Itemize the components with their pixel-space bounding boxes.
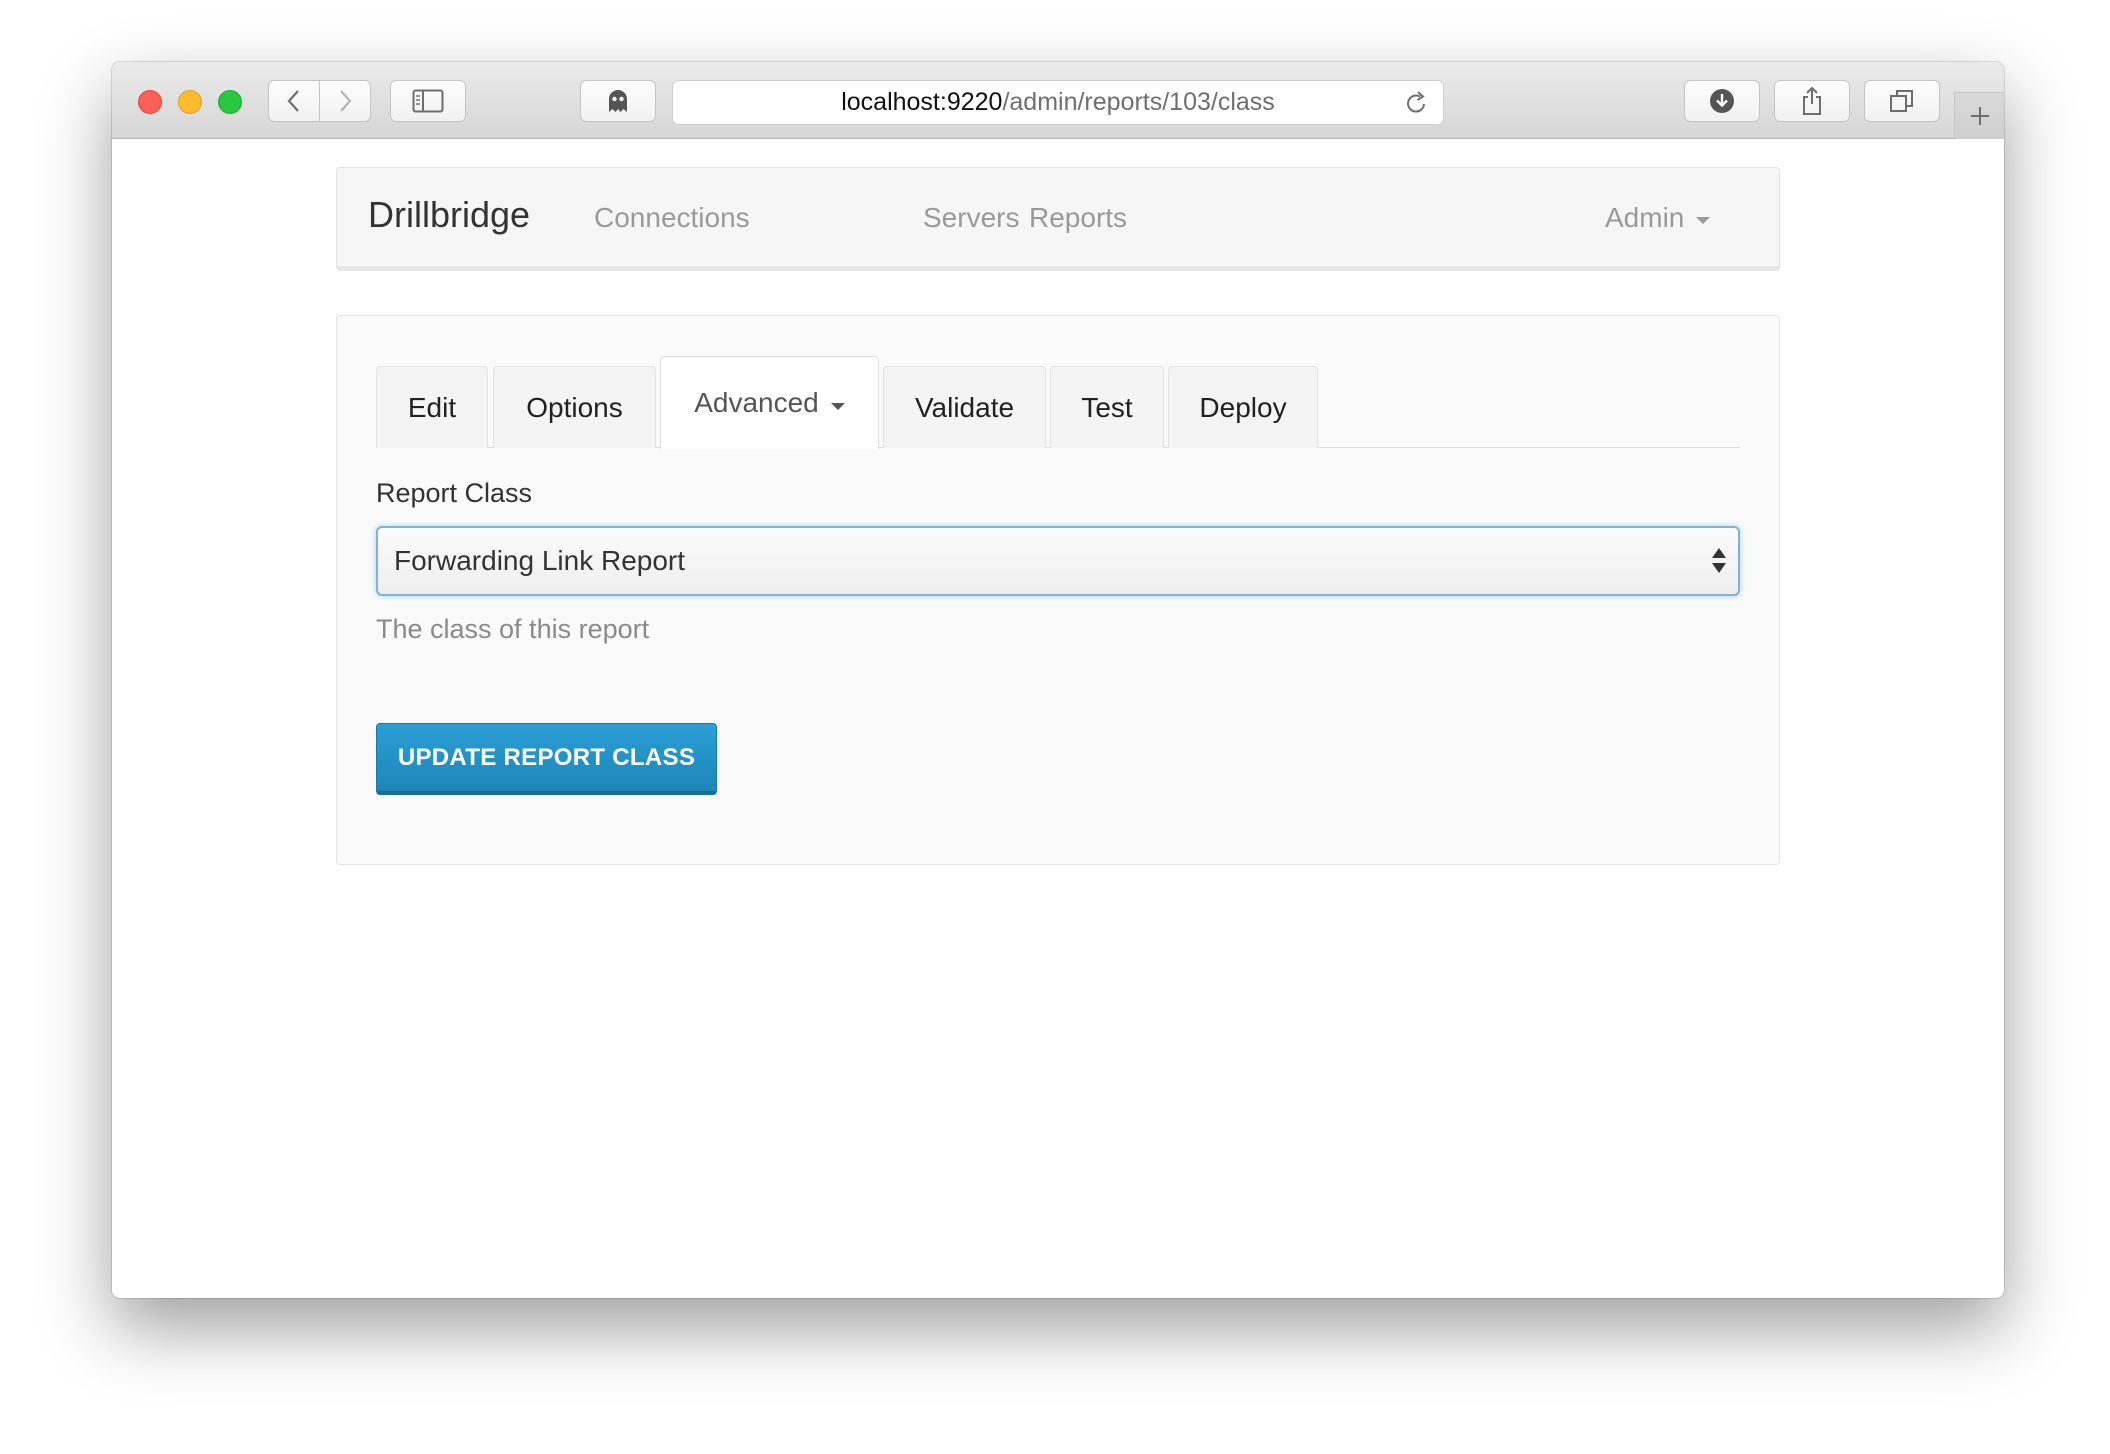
brand-link[interactable]: Drillbridge	[368, 194, 530, 236]
sidebar-icon	[412, 89, 444, 113]
report-panel: Edit Options Advanced Validate Test Depl…	[336, 315, 1780, 865]
share-icon	[1803, 86, 1821, 115]
browser-toolbar: localhost:9220/admin/reports/103/class	[112, 62, 2004, 139]
url-path: /admin/reports/103/class	[1002, 88, 1275, 116]
address-bar[interactable]: localhost:9220/admin/reports/103/class	[672, 80, 1444, 125]
minimize-window-button[interactable]	[178, 90, 202, 114]
report-class-select[interactable]: Forwarding Link Report	[376, 526, 1740, 596]
downloads-button[interactable]	[1684, 80, 1760, 122]
admin-label: Admin	[1605, 202, 1685, 233]
share-button[interactable]	[1774, 80, 1850, 122]
tab-deploy[interactable]: Deploy	[1168, 366, 1318, 448]
report-tabs: Edit Options Advanced Validate Test Depl…	[376, 356, 1740, 449]
admin-dropdown[interactable]: Admin	[1605, 202, 1711, 234]
tab-overview-button[interactable]	[1864, 80, 1940, 122]
tab-advanced-label: Advanced	[694, 387, 819, 418]
caret-down-icon	[1696, 216, 1711, 224]
close-window-button[interactable]	[138, 90, 162, 114]
reload-icon[interactable]	[1405, 90, 1429, 123]
nav-connections[interactable]: Connections	[594, 202, 750, 234]
tab-options[interactable]: Options	[493, 366, 656, 448]
nav-servers[interactable]: Servers	[923, 202, 1019, 234]
tabs-icon	[1890, 90, 1913, 112]
tab-edit[interactable]: Edit	[376, 366, 488, 448]
forward-button[interactable]	[319, 80, 371, 122]
chevron-right-icon	[340, 90, 352, 112]
page-content: Drillbridge Connections Servers Reports …	[112, 139, 2004, 1297]
sidebar-toggle-button[interactable]	[390, 80, 466, 122]
zoom-window-button[interactable]	[218, 90, 242, 114]
download-icon	[1710, 89, 1734, 113]
back-button[interactable]	[268, 80, 320, 122]
extension-button[interactable]	[580, 80, 656, 122]
report-class-label: Report Class	[376, 478, 533, 508]
url-host: localhost:9220	[841, 88, 1003, 116]
chevron-left-icon	[287, 90, 299, 112]
update-report-class-button[interactable]: UPDATE REPORT CLASS	[376, 723, 717, 795]
tab-validate[interactable]: Validate	[883, 366, 1046, 448]
top-navbar: Drillbridge Connections Servers Reports …	[336, 167, 1780, 271]
browser-window: localhost:9220/admin/reports/103/class D…	[112, 62, 2004, 1298]
report-class-help-text: The class of this report	[376, 614, 650, 644]
report-class-selected-value: Forwarding Link Report	[394, 545, 686, 576]
ghost-icon	[609, 90, 627, 112]
new-tab-button[interactable]	[1954, 92, 2004, 139]
plus-icon	[1970, 107, 1989, 125]
caret-down-icon	[830, 403, 845, 410]
nav-reports[interactable]: Reports	[1029, 202, 1127, 234]
tab-advanced[interactable]: Advanced	[660, 356, 879, 449]
select-arrows-icon	[1712, 548, 1726, 576]
tab-test[interactable]: Test	[1050, 366, 1164, 448]
